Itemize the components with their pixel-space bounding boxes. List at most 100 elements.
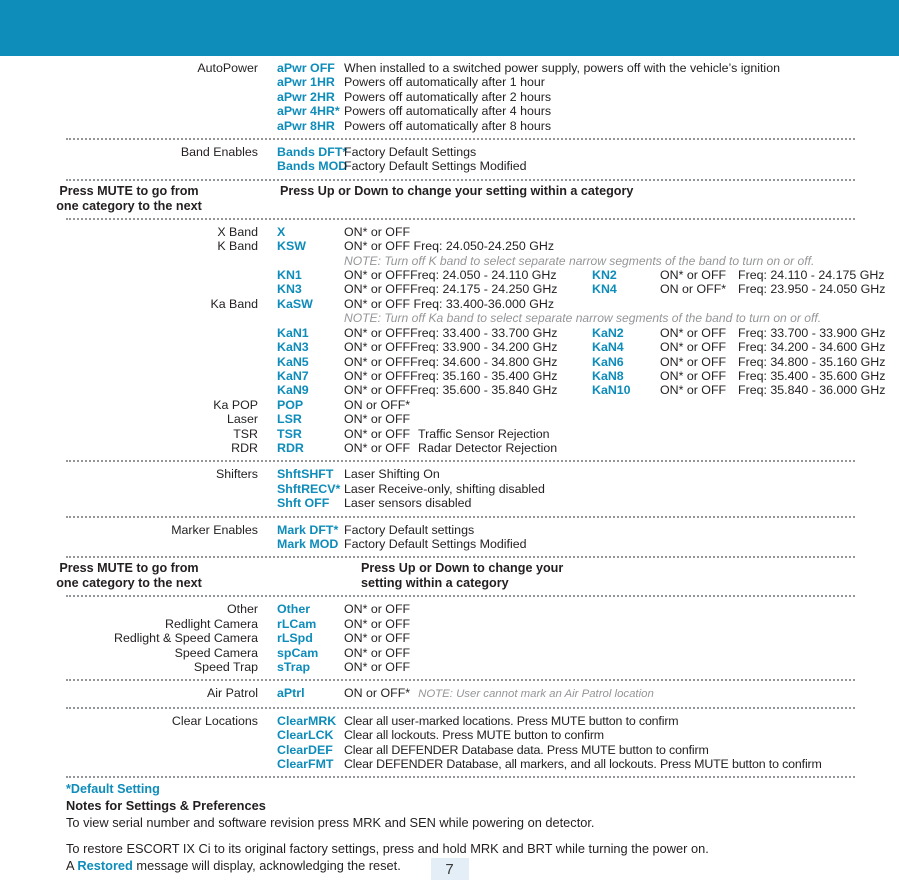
instruction-right: Press Up or Down to change your setting … bbox=[361, 561, 564, 591]
row-desc: Clear DEFENDER Database, all markers, an… bbox=[344, 757, 822, 772]
table-row: RDR RDR ON* or OFF Radar Detector Rejecti… bbox=[0, 441, 877, 455]
instruction-band-1: Press MUTE to go from one category to th… bbox=[0, 181, 877, 218]
section-divider bbox=[66, 178, 855, 181]
row-desc: ON or OFF* bbox=[344, 398, 877, 412]
row-code: Other bbox=[277, 602, 311, 617]
table-row: Shft OFF Laser sensors disabled bbox=[0, 496, 877, 510]
row-state-2: ON* or OFF bbox=[660, 354, 727, 369]
row-desc-2: ON* or OFF Freq: 33.700 - 33.900 GHz bbox=[660, 326, 885, 340]
note-serial-number: To view serial number and software revis… bbox=[66, 815, 595, 831]
row-state-2: ON* or OFF bbox=[660, 368, 727, 383]
row-desc: ON* or OFF bbox=[344, 660, 411, 674]
row-label: Ka POP bbox=[213, 397, 258, 412]
row-desc: Clear all DEFENDER Database data. Press … bbox=[344, 742, 709, 757]
table-row: aPwr 8HR Powers off automatically after … bbox=[0, 119, 877, 133]
row-note: NOTE: Turn off Ka band to select separat… bbox=[344, 311, 822, 326]
row-code: aPwr 1HR bbox=[277, 75, 335, 90]
row-freq: Freq: 33.900 - 34.200 GHz bbox=[410, 340, 558, 355]
row-desc: ON* or OFFFreq: 35.160 - 35.400 GHz bbox=[344, 369, 592, 383]
row-desc-2: ON* or OFF Freq: 35.400 - 35.600 GHz bbox=[660, 369, 885, 383]
row-desc: Factory Default Settings bbox=[344, 145, 477, 160]
page-header-bar bbox=[0, 0, 899, 56]
row-desc: Powers off automatically after 2 hours bbox=[344, 89, 552, 104]
row-state-2: ON* or OFF bbox=[660, 340, 727, 355]
row-state: ON* or OFF bbox=[344, 412, 411, 427]
row-code: aPwr 2HR bbox=[277, 89, 335, 104]
table-row: X Band X ON* or OFF bbox=[0, 225, 877, 239]
section-divider bbox=[66, 556, 855, 559]
row-label: Ka Band bbox=[210, 296, 258, 311]
section-band-enables: Band Enables Bands DFT* Factory Default … bbox=[0, 140, 877, 179]
section-marker-enables: Marker Enables Mark DFT* Factory Default… bbox=[0, 518, 877, 557]
table-row: Marker Enables Mark DFT* Factory Default… bbox=[0, 523, 877, 537]
section-divider bbox=[66, 515, 855, 518]
row-desc: ON* or OFF bbox=[344, 224, 411, 239]
row-desc: Factory Default Settings Modified bbox=[344, 536, 527, 551]
table-row: Ka POP POP ON or OFF* bbox=[0, 398, 877, 412]
table-note-row: NOTE: Turn off K band to select separate… bbox=[0, 254, 877, 268]
row-state-2: ON* or OFF bbox=[660, 325, 727, 340]
row-code: KaN1 bbox=[277, 325, 309, 340]
row-code: RDR bbox=[277, 440, 304, 455]
table-row: KaN9 ON* or OFFFreq: 35.600 - 35.840 GHz… bbox=[0, 383, 885, 398]
row-state: ON* or OFF bbox=[344, 354, 411, 369]
row-code: POP bbox=[277, 397, 304, 412]
row-code: spCam bbox=[277, 645, 319, 660]
row-code: ClearFMT bbox=[277, 757, 334, 772]
row-code: LSR bbox=[277, 412, 302, 427]
row-label: TSR bbox=[233, 426, 258, 441]
row-code: aPtrl bbox=[277, 686, 305, 701]
section-divider bbox=[66, 706, 855, 709]
row-label: Redlight Camera bbox=[165, 616, 258, 631]
row-freq: Freq: 35.160 - 35.400 GHz bbox=[410, 368, 558, 383]
table-row: aPwr 2HR Powers off automatically after … bbox=[0, 90, 877, 104]
row-label: Marker Enables bbox=[171, 522, 258, 537]
table-row: aPwr 4HR* Powers off automatically after… bbox=[0, 104, 877, 118]
row-desc: Powers off automatically after 4 hours bbox=[344, 104, 552, 119]
row-desc: When installed to a switched power suppl… bbox=[344, 61, 780, 75]
row-label: Shifters bbox=[215, 467, 258, 482]
row-extra: Radar Detector Rejection bbox=[418, 440, 558, 455]
row-desc: ON* or OFF bbox=[344, 412, 877, 426]
row-desc: ON* or OFF bbox=[344, 631, 411, 646]
row-code: rLSpd bbox=[277, 631, 313, 646]
row-freq-2: Freq: 35.840 - 36.000 GHz bbox=[738, 383, 886, 398]
row-state: ON* or OFF bbox=[344, 282, 411, 297]
table-row: Mark MOD Factory Default Settings Modifi… bbox=[0, 537, 877, 551]
row-state: ON or OFF* bbox=[344, 397, 411, 412]
table-row: Bands MOD Factory Default Settings Modif… bbox=[0, 159, 877, 173]
section-divider bbox=[66, 776, 855, 779]
row-desc: ON* or OFFFreq: 35.600 - 35.840 GHz bbox=[344, 383, 592, 397]
table-row: ShftRECV* Laser Receive-only, shifting d… bbox=[0, 482, 877, 496]
row-label: Other bbox=[227, 602, 258, 617]
row-desc: Factory Default Settings Modified bbox=[344, 159, 527, 174]
row-label: K Band bbox=[217, 239, 258, 254]
table-row: Shifters ShftSHFT Laser Shifting On bbox=[0, 467, 877, 481]
row-label: Air Patrol bbox=[207, 686, 258, 701]
row-code: Mark DFT* bbox=[277, 522, 339, 537]
row-freq-2: Freq: 23.950 - 24.050 GHz bbox=[738, 282, 886, 297]
table-row: TSR TSR ON* or OFF Traffic Sensor Rejecti… bbox=[0, 427, 877, 441]
row-code: rLCam bbox=[277, 616, 317, 631]
table-row: ClearFMT Clear DEFENDER Database, all ma… bbox=[0, 757, 877, 771]
table-note-row: NOTE: Turn off Ka band to select separat… bbox=[0, 311, 877, 325]
row-code-2: KN4 bbox=[592, 282, 617, 297]
row-label: Clear Locations bbox=[171, 713, 258, 728]
row-code-2: KaN10 bbox=[592, 383, 631, 398]
row-state: ON or OFF* bbox=[344, 686, 411, 701]
row-desc-2: ON* or OFF Freq: 34.800 - 35.160 GHz bbox=[660, 355, 885, 369]
row-code: KN1 bbox=[277, 268, 302, 283]
table-row: KaN3 ON* or OFFFreq: 33.900 - 34.200 GHz… bbox=[0, 340, 885, 355]
notes-title: Notes for Settings & Preferences bbox=[66, 798, 266, 814]
row-code: X bbox=[277, 224, 286, 239]
row-freq: Freq: 33.400 - 33.700 GHz bbox=[410, 325, 558, 340]
row-state-2: ON* or OFF bbox=[660, 383, 727, 398]
table-row: ClearDEF Clear all DEFENDER Database dat… bbox=[0, 743, 877, 757]
row-state-2: ON* or OFF bbox=[660, 268, 727, 283]
row-freq-2: Freq: 33.700 - 33.900 GHz bbox=[738, 325, 886, 340]
row-code: Bands DFT* bbox=[277, 145, 348, 160]
row-label: RDR bbox=[231, 440, 258, 455]
table-row: KN3 ON* or OFFFreq: 24.175 - 24.250 GHz … bbox=[0, 282, 885, 297]
table-row: aPwr 1HR Powers off automatically after … bbox=[0, 75, 877, 89]
instruction-band-2: Press MUTE to go from one category to th… bbox=[0, 558, 877, 595]
